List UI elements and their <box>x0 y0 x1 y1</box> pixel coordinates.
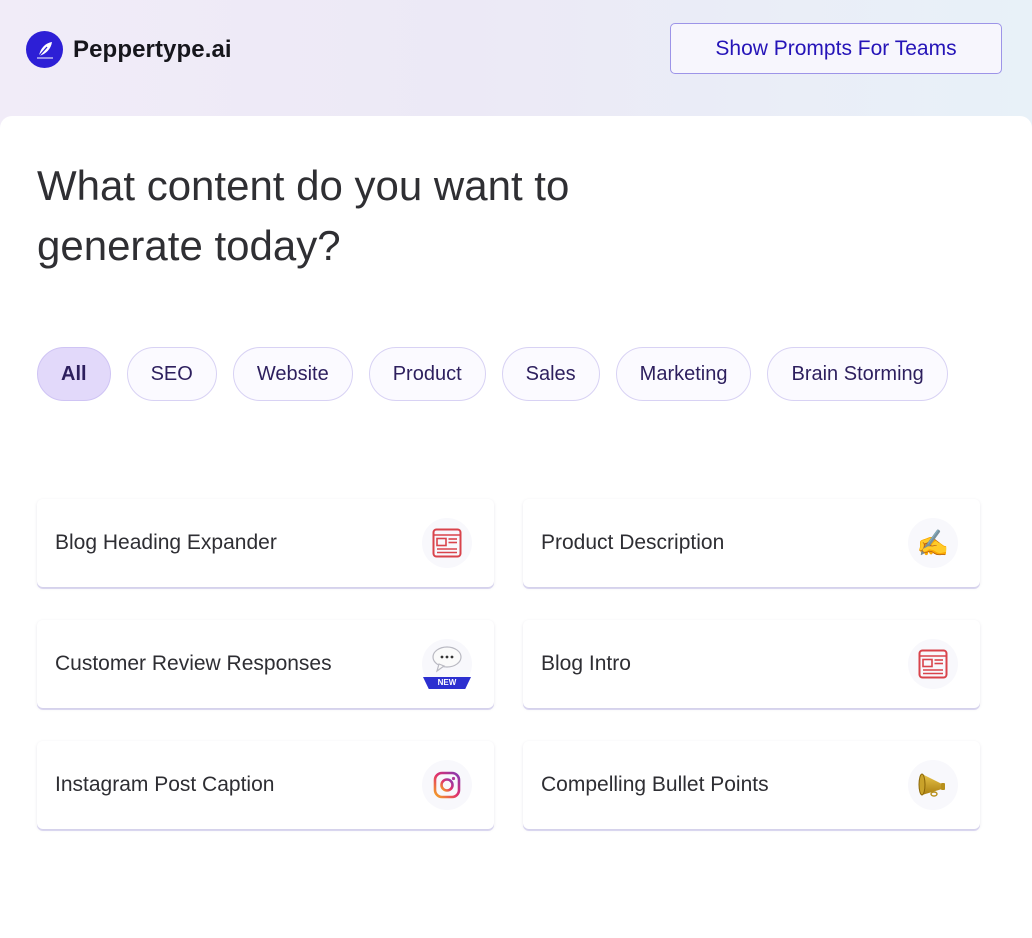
filter-chip-seo[interactable]: SEO <box>126 347 217 401</box>
instagram-icon <box>422 760 472 810</box>
quill-feather-icon <box>26 31 63 68</box>
new-badge: NEW <box>423 677 471 689</box>
page-title: What content do you want to generate tod… <box>37 162 570 269</box>
filter-chip-marketing[interactable]: Marketing <box>615 347 752 401</box>
card-label: Blog Intro <box>541 652 631 675</box>
template-card-instagram-post-caption[interactable]: Instagram Post Caption <box>37 741 494 829</box>
newspaper-icon <box>422 518 472 568</box>
card-label: Compelling Bullet Points <box>541 773 769 796</box>
template-card-compelling-bullet-points[interactable]: Compelling Bullet Points <box>523 741 980 829</box>
writing-hand-icon: ✍️ <box>908 518 958 568</box>
top-bar: Peppertype.ai Show Prompts For Teams <box>0 0 1032 116</box>
category-filter-bar: All SEO Website Product Sales Marketing … <box>37 347 948 401</box>
filter-chip-website[interactable]: Website <box>232 347 353 401</box>
content-panel: What content do you want to generate tod… <box>0 116 1032 938</box>
template-card-grid: Blog Heading Expander Product Descriptio… <box>37 499 980 829</box>
speech-bubble-icon: NEW <box>422 639 472 689</box>
card-label: Blog Heading Expander <box>55 531 277 554</box>
card-label: Customer Review Responses <box>55 652 332 675</box>
template-card-blog-intro[interactable]: Blog Intro <box>523 620 980 708</box>
template-card-product-description[interactable]: Product Description ✍️ <box>523 499 980 587</box>
filter-chip-sales[interactable]: Sales <box>501 347 600 401</box>
filter-chip-product[interactable]: Product <box>368 347 486 401</box>
card-label: Product Description <box>541 531 725 554</box>
template-card-customer-review-responses[interactable]: Customer Review Responses NEW <box>37 620 494 708</box>
filter-chip-brain-storming[interactable]: Brain Storming <box>767 347 948 401</box>
brand-name: Peppertype.ai <box>73 35 232 63</box>
filter-chip-all[interactable]: All <box>37 347 111 401</box>
megaphone-icon <box>908 760 958 810</box>
newspaper-icon <box>908 639 958 689</box>
card-label: Instagram Post Caption <box>55 773 275 796</box>
template-card-blog-heading-expander[interactable]: Blog Heading Expander <box>37 499 494 587</box>
show-prompts-for-teams-button[interactable]: Show Prompts For Teams <box>670 23 1002 74</box>
brand-logo[interactable]: Peppertype.ai <box>26 31 232 68</box>
